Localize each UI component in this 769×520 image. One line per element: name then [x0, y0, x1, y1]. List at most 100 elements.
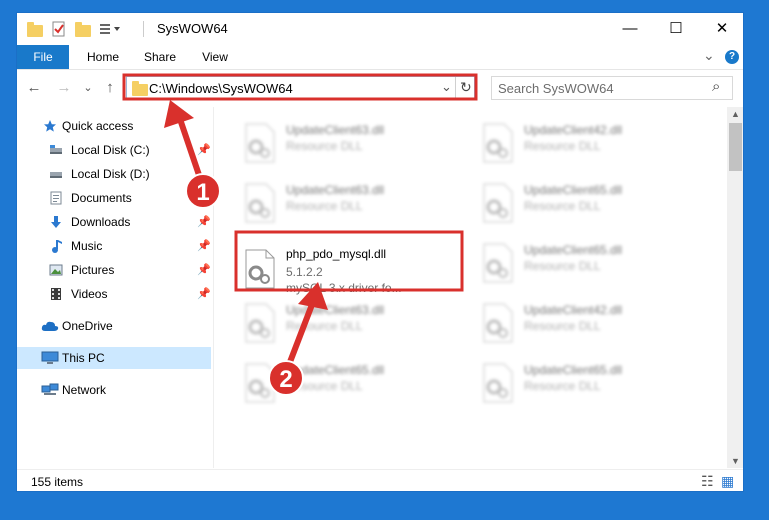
file-tile[interactable]: UpdateClient65.dll Resource DLL	[472, 237, 700, 289]
pin-icon: 📌	[197, 216, 211, 228]
ribbon-tabs: File Home Share View ⌄ ?	[17, 45, 743, 70]
file-tile[interactable]: UpdateClient65.dll Resource DLL	[472, 177, 700, 229]
tab-view[interactable]: View	[193, 45, 237, 69]
title-bar: SysWOW64 — ☐ ✕	[17, 13, 743, 45]
search-input[interactable]	[498, 80, 698, 96]
sidebar-item-local-disk-d[interactable]: Local Disk (D:)	[17, 163, 211, 185]
search-icon[interactable]: ⌕	[712, 78, 720, 95]
sidebar-item-videos[interactable]: Videos 📌	[17, 283, 211, 305]
customize-toolbar-icon[interactable]	[99, 21, 123, 37]
status-bar: 155 items ☷ ▦	[17, 469, 743, 491]
file-tile-php-pdo-mysql[interactable]: php_pdo_mysql.dll 5.1.2.2 mySQL 3.x driv…	[234, 241, 462, 301]
scroll-down-icon[interactable]: ▼	[727, 454, 743, 468]
sidebar-item-music[interactable]: Music 📌	[17, 235, 211, 257]
drive-icon	[49, 143, 63, 157]
file-name: UpdateClient65.dll	[286, 363, 385, 377]
file-name: UpdateClient63.dll	[286, 303, 385, 317]
sidebar-item-label: Local Disk (C:)	[71, 143, 150, 157]
search-box[interactable]: ⌕	[491, 76, 733, 100]
tab-share[interactable]: Share	[135, 45, 185, 69]
sidebar-item-network[interactable]: Network	[17, 379, 211, 401]
tab-file[interactable]: File	[17, 45, 69, 69]
file-description: Resource DLL	[286, 139, 363, 153]
folder-icon[interactable]	[27, 21, 43, 37]
file-description: Resource DLL	[524, 319, 601, 333]
file-description: mySQL 3.x driver fo...	[286, 281, 402, 295]
music-icon	[49, 239, 63, 253]
file-tile[interactable]: UpdateClient65.dll Resource DLL	[234, 357, 462, 409]
videos-icon	[49, 287, 63, 301]
scrollbar-thumb[interactable]	[729, 123, 742, 171]
network-icon	[41, 383, 59, 397]
dll-file-icon	[480, 243, 514, 283]
file-tile[interactable]: UpdateClient65.dll Resource DLL	[472, 357, 700, 409]
recent-locations-button[interactable]: ⌄	[79, 78, 97, 98]
pin-icon: 📌	[197, 192, 211, 204]
sidebar-item-label: Pictures	[71, 263, 115, 277]
window-title: SysWOW64	[157, 21, 228, 36]
dll-file-icon	[242, 363, 276, 403]
sidebar-item-this-pc[interactable]: This PC	[17, 347, 211, 369]
up-button[interactable]: ↑	[101, 78, 119, 98]
address-row: ← → ⌄ ↑ C:\Windows\SysWOW64 ⌄ ↻ ⌕	[17, 70, 743, 106]
pin-icon: 📌	[197, 144, 211, 156]
sidebar-item-label: Network	[62, 383, 107, 397]
pin-icon: 📌	[197, 288, 211, 300]
file-description: Resource DLL	[524, 139, 601, 153]
file-tile[interactable]: UpdateClient42.dll Resource DLL	[472, 297, 700, 349]
details-view-icon[interactable]: ☷	[701, 473, 714, 490]
downloads-icon	[49, 215, 63, 229]
dll-file-icon	[480, 123, 514, 163]
file-name: php_pdo_mysql.dll	[286, 247, 387, 261]
address-dropdown-icon[interactable]: ⌄	[441, 79, 452, 95]
sidebar-item-pictures[interactable]: Pictures 📌	[17, 259, 211, 281]
file-name: UpdateClient65.dll	[524, 183, 623, 197]
file-tile[interactable]: UpdateClient63.dll Resource DLL	[234, 297, 462, 349]
dll-file-icon	[242, 123, 276, 163]
expand-ribbon-icon[interactable]: ⌄	[703, 47, 715, 64]
address-bar[interactable]: C:\Windows\SysWOW64 ⌄ ↻	[126, 76, 475, 100]
cloud-icon	[41, 319, 59, 333]
tiles-view-icon[interactable]: ▦	[721, 473, 734, 490]
address-path[interactable]: C:\Windows\SysWOW64	[149, 81, 293, 96]
drive-icon	[49, 167, 63, 181]
file-tile[interactable]: UpdateClient63.dll Resource DLL	[234, 117, 462, 169]
file-tile[interactable]: UpdateClient63.dll Resource DLL	[234, 177, 462, 229]
explorer-window: SysWOW64 — ☐ ✕ File Home Share View ⌄ ? …	[16, 12, 744, 492]
file-name: UpdateClient63.dll	[286, 183, 385, 197]
star-icon	[43, 119, 57, 133]
tab-home[interactable]: Home	[79, 45, 127, 69]
documents-icon	[49, 191, 63, 205]
minimize-button[interactable]: —	[607, 13, 653, 45]
sidebar-item-label: Videos	[71, 287, 108, 301]
back-button[interactable]: ←	[25, 78, 43, 98]
dll-file-icon	[242, 183, 276, 223]
close-button[interactable]: ✕	[699, 13, 743, 45]
properties-icon[interactable]	[51, 21, 67, 37]
sidebar-item-downloads[interactable]: Downloads 📌	[17, 211, 211, 233]
file-description: Resource DLL	[524, 199, 601, 213]
file-name: UpdateClient63.dll	[286, 123, 385, 137]
pin-icon: 📌	[197, 240, 211, 252]
sidebar-item-label: OneDrive	[62, 319, 113, 333]
file-version: 5.1.2.2	[286, 265, 323, 279]
dll-file-icon	[480, 363, 514, 403]
sidebar-item-quick-access[interactable]: Quick access	[17, 115, 211, 137]
maximize-button[interactable]: ☐	[653, 13, 699, 45]
refresh-icon[interactable]: ↻	[460, 79, 472, 96]
sidebar-item-onedrive[interactable]: OneDrive	[17, 315, 211, 337]
file-name: UpdateClient42.dll	[524, 123, 623, 137]
help-icon[interactable]: ?	[725, 50, 739, 64]
sidebar-item-documents[interactable]: Documents 📌	[17, 187, 211, 209]
sidebar-item-local-disk-c[interactable]: Local Disk (C:) 📌	[17, 139, 211, 161]
file-tile[interactable]: UpdateClient42.dll Resource DLL	[472, 117, 700, 169]
vertical-scrollbar[interactable]: ▲ ▼	[727, 107, 743, 468]
scroll-up-icon[interactable]: ▲	[727, 107, 743, 121]
sidebar-item-label: Downloads	[71, 215, 131, 229]
item-count: 155 items	[31, 475, 84, 489]
pin-icon: 📌	[197, 264, 211, 276]
folder-icon	[132, 81, 148, 96]
file-description: Resource DLL	[286, 379, 363, 393]
new-folder-icon[interactable]	[75, 21, 91, 37]
forward-button[interactable]: →	[55, 78, 73, 98]
